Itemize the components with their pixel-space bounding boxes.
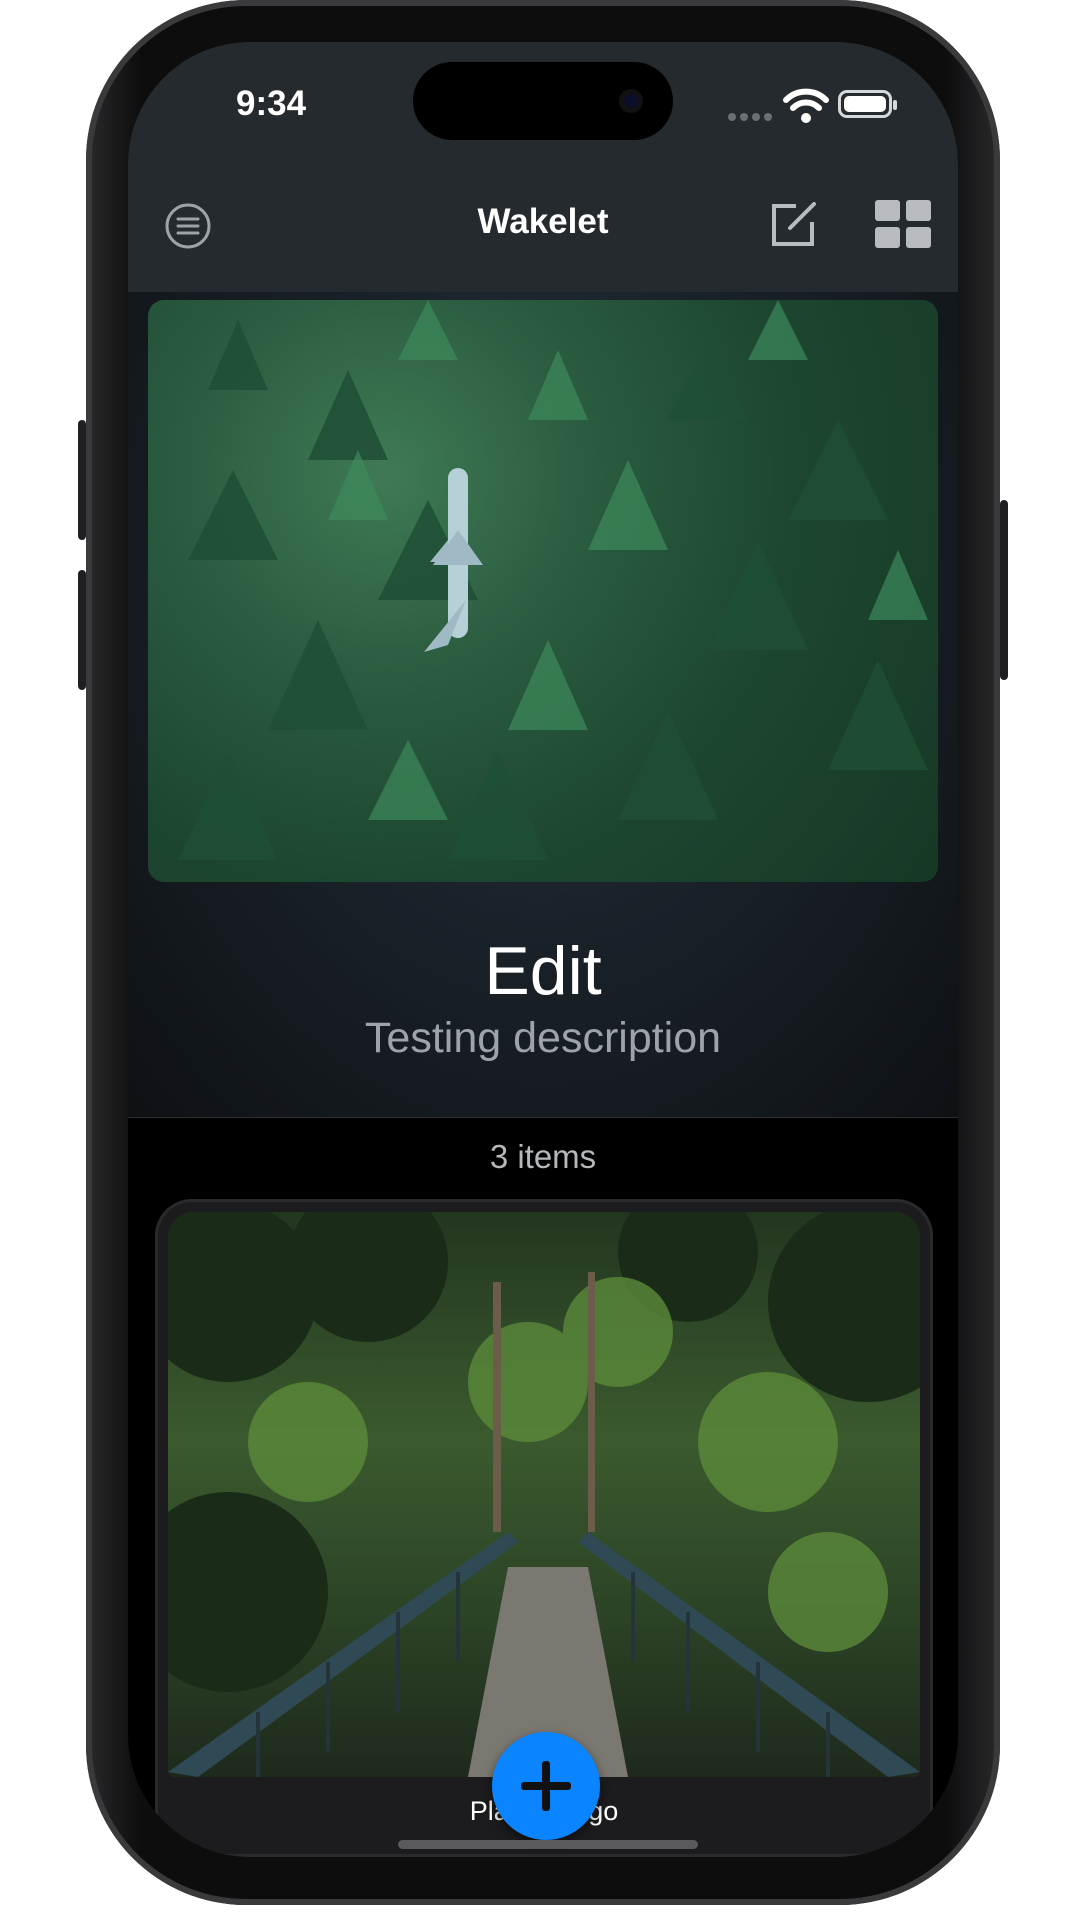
wifi-icon: [783, 88, 829, 123]
add-item-button[interactable]: [492, 1732, 600, 1840]
navigation-bar: Wakelet: [128, 172, 958, 293]
collection-description: Testing description: [364, 1014, 722, 1062]
status-bar: 9:34: [128, 42, 958, 172]
item-image[interactable]: [168, 1212, 920, 1777]
bridge-forest-illustration: [168, 1212, 920, 1777]
items-count: 3 items: [489, 1138, 597, 1175]
page-title: Wakelet: [477, 202, 609, 241]
home-indicator[interactable]: [398, 1840, 698, 1849]
forest-plane-illustration: [178, 300, 928, 860]
collection-title[interactable]: Edit: [128, 932, 958, 1010]
volume-down-button: [78, 570, 86, 690]
volume-up-button: [78, 420, 86, 540]
cover-image[interactable]: [148, 300, 938, 882]
airplane-shape: [424, 468, 483, 652]
dynamic-island: [413, 62, 673, 140]
power-button: [1000, 500, 1008, 680]
divider: [128, 1117, 958, 1118]
status-time: 9:34: [236, 84, 307, 123]
battery-icon: [838, 90, 897, 118]
cellular-signal-icon: [728, 108, 776, 126]
app-screen: 9:34 Wakelet Edit Testing description 3 …: [128, 42, 958, 1857]
camera-icon: [619, 89, 643, 113]
grid-icon[interactable]: [875, 200, 931, 248]
compose-icon[interactable]: [768, 198, 820, 250]
